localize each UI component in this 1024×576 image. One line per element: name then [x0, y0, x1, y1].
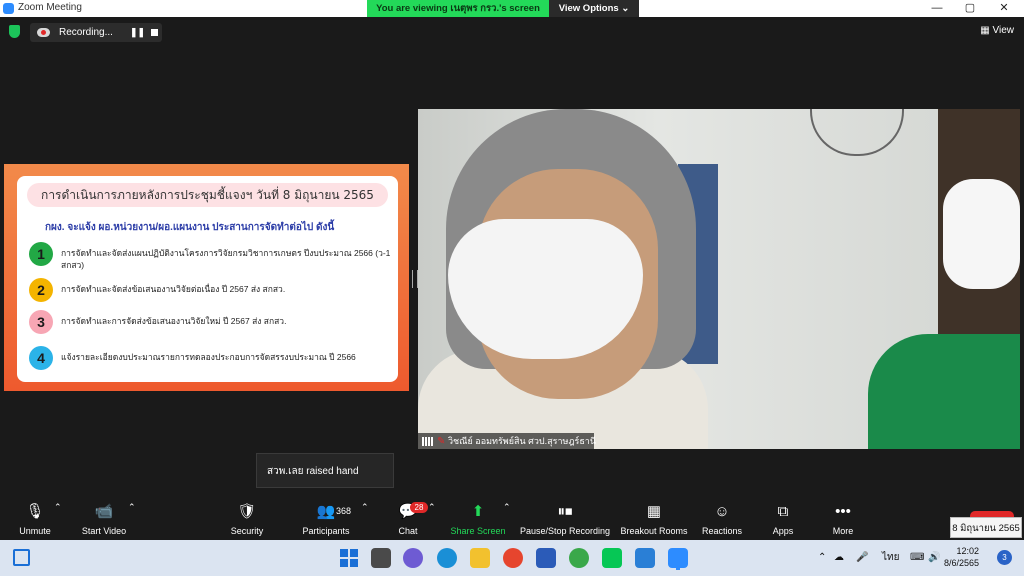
chat-unread-badge: 28: [410, 502, 428, 513]
shared-screen-slide: การดำเนินการภายหลังการประชุมชี้แจงฯ วันท…: [4, 164, 409, 391]
participant-name: วิชณีย์ ออมทรัพย์สิน ศวป.สุราษฎร์ธานี: [448, 436, 597, 446]
muted-mic-icon: ✎: [437, 436, 446, 447]
item-text: การจัดทำและจัดส่งข้อเสนองานวิจัยต่อเนื่อ…: [61, 284, 286, 294]
share-screen-button[interactable]: ⬆ Share Screen: [448, 502, 508, 536]
cloud-record-icon: [37, 28, 50, 37]
slide-title: การดำเนินการภายหลังการประชุมชี้แจงฯ วันท…: [27, 183, 388, 207]
pause-recording-button[interactable]: ❚❚: [130, 23, 145, 42]
reactions-button[interactable]: ☺ Reactions: [700, 502, 744, 536]
encryption-shield-icon[interactable]: [9, 25, 20, 38]
slide-list-item: 1 การจัดทำและจัดส่งแผนปฏิบัติงานโครงการว…: [29, 242, 391, 270]
teams-chat-icon[interactable]: [403, 548, 423, 568]
item-number-badge: 3: [29, 310, 53, 334]
microphone-icon[interactable]: 🎤: [856, 540, 868, 576]
ellipsis-icon: •••: [835, 503, 851, 520]
zoom-taskbar-icon[interactable]: [668, 548, 688, 568]
item-text: การจัดทำและจัดส่งแผนปฏิบัติงานโครงการวิจ…: [61, 248, 391, 270]
item-number-badge: 4: [29, 346, 53, 370]
onedrive-cloud-icon[interactable]: ☁: [834, 540, 844, 576]
recording-indicator: Recording... ❚❚: [30, 23, 162, 42]
system-clock[interactable]: 12:02 8/6/2565: [944, 545, 979, 569]
chrome-browser-icon[interactable]: [503, 548, 523, 568]
edge-browser-icon[interactable]: [437, 548, 457, 568]
meeting-toolbar: 🎙 Unmute ⌃ 📹 Start Video ⌃ 🛡 Security 👥 …: [0, 500, 1024, 540]
item-text: การจัดทำและการจัดส่งข้อเสนองานวิจัยใหม่ …: [61, 316, 287, 326]
view-layout-button[interactable]: ▦ View: [980, 25, 1014, 36]
clock-time: 12:02: [956, 546, 980, 556]
zoom-app-icon: [3, 3, 14, 14]
pause-stop-icon: ⏸⏹: [557, 503, 573, 520]
raised-hand-toast: สวพ.เลย raised hand: [256, 453, 394, 488]
chat-button[interactable]: 💬 28 Chat: [392, 502, 428, 536]
more-button[interactable]: ••• More: [828, 502, 858, 536]
security-button[interactable]: 🛡 Security: [226, 502, 268, 536]
video-green-shirt: [868, 334, 1020, 449]
grid-icon: ▦: [646, 503, 662, 520]
participants-count: 368: [336, 506, 352, 516]
apps-button[interactable]: ⧉ Apps: [768, 502, 798, 536]
window-titlebar: Zoom Meeting You are viewing เนตุพร กรว.…: [0, 0, 1024, 17]
breakout-rooms-button[interactable]: ▦ Breakout Rooms: [620, 502, 688, 536]
window-title: Zoom Meeting: [18, 2, 82, 13]
participants-caret[interactable]: ⌃: [361, 502, 369, 513]
muted-mic-icon: 🎙: [25, 503, 45, 520]
slide-list-item: 2 การจัดทำและจัดส่งข้อเสนองานวิจัยต่อเนื…: [29, 278, 389, 304]
slide-list-item: 4 แจ้งรายละเอียดงบประมาณรายการทดลองประกอ…: [29, 346, 389, 372]
item-number-badge: 2: [29, 278, 53, 302]
participants-button[interactable]: 👥 368 Participants: [298, 502, 354, 536]
shield-icon: 🛡: [237, 503, 257, 520]
video-options-caret[interactable]: ⌃: [128, 502, 136, 513]
tray-overflow-icon[interactable]: ⌃: [818, 540, 826, 576]
participant-video[interactable]: [418, 109, 1020, 449]
line-app-icon[interactable]: [602, 548, 622, 568]
media-player-icon[interactable]: [635, 548, 655, 568]
stop-recording-button[interactable]: [151, 29, 158, 36]
maximize-button[interactable]: ▢: [953, 0, 987, 17]
chat-caret[interactable]: ⌃: [428, 502, 436, 513]
slide-list-item: 3 การจัดทำและการจัดส่งข้อเสนองานวิจัยใหม…: [29, 310, 389, 336]
notification-badge[interactable]: 3: [997, 550, 1012, 565]
unmute-button[interactable]: 🎙 Unmute: [12, 502, 58, 536]
audio-options-caret[interactable]: ⌃: [54, 502, 62, 513]
signal-bars-icon: [422, 437, 433, 446]
chrome-profile-icon[interactable]: [569, 548, 589, 568]
volume-icon[interactable]: 🔊: [928, 540, 940, 576]
video-second-mask: [943, 179, 1020, 289]
apps-icon: ⧉: [777, 503, 789, 520]
input-language[interactable]: ไทย: [882, 540, 899, 576]
slide-card: การดำเนินการภายหลังการประชุมชี้แจงฯ วันท…: [17, 176, 398, 382]
view-options-button[interactable]: View Options ⌄: [549, 0, 639, 17]
share-screen-icon: ⬆: [471, 503, 485, 520]
recording-label: Recording...: [59, 27, 113, 38]
item-text: แจ้งรายละเอียดงบประมาณรายการทดลองประกอบก…: [61, 352, 356, 362]
participant-name-tag: ✎ วิชณีย์ ออมทรัพย์สิน ศวป.สุราษฎร์ธานี: [418, 433, 597, 449]
video-face-mask: [448, 219, 643, 359]
date-tooltip: 8 มิถุนายน 2565: [950, 517, 1022, 538]
word-icon[interactable]: [536, 548, 556, 568]
item-number-badge: 1: [29, 242, 53, 266]
share-caret[interactable]: ⌃: [503, 502, 511, 513]
network-icon[interactable]: ⌨: [910, 540, 924, 576]
widgets-icon[interactable]: [13, 549, 30, 566]
windows-taskbar: ⌃ ☁ 🎤 ไทย ⌨ 🔊 12:02 8/6/2565 3: [0, 540, 1024, 576]
close-button[interactable]: ✕: [987, 0, 1021, 17]
viewing-banner: You are viewing เนตุพร กรว.'s screen: [367, 0, 549, 17]
task-view-icon[interactable]: [371, 548, 391, 568]
smiley-plus-icon: ☺: [714, 503, 730, 520]
clock-date: 8/6/2565: [944, 558, 980, 568]
file-explorer-icon[interactable]: [470, 548, 490, 568]
video-off-icon: 📹: [94, 503, 114, 520]
minimize-button[interactable]: —: [920, 0, 954, 17]
slide-subtitle: กผง. จะแจ้ง ผอ.หน่วยงาน/ผอ.แผนงาน ประสาน…: [45, 222, 335, 233]
start-menu-icon[interactable]: [339, 548, 359, 568]
pause-stop-recording-button[interactable]: ⏸⏹ Pause/Stop Recording: [518, 502, 612, 536]
start-video-button[interactable]: 📹 Start Video: [78, 502, 130, 536]
